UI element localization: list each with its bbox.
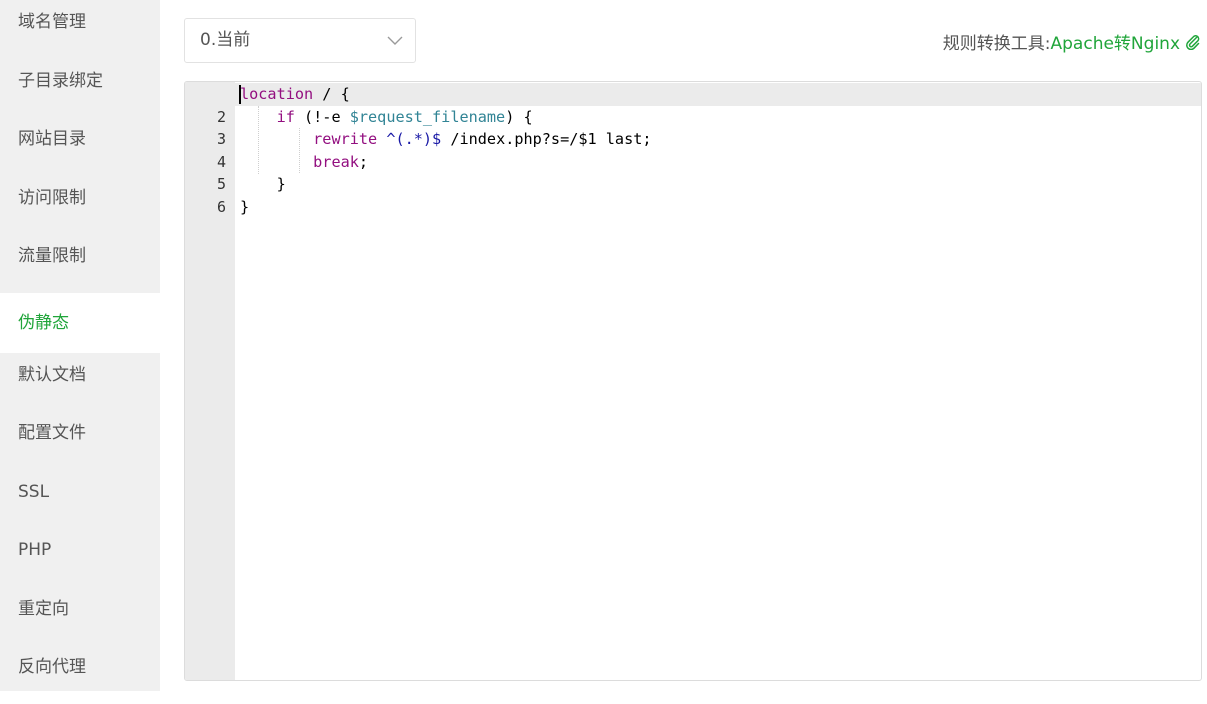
sidebar-item[interactable]: 访问限制	[0, 176, 160, 235]
code-line: }	[240, 196, 1201, 219]
code-token: $request_filename	[349, 107, 506, 126]
code-line: }	[240, 173, 1201, 196]
version-select[interactable]: 0.当前	[184, 18, 416, 63]
code-token: break	[313, 152, 359, 171]
apache-to-nginx-link[interactable]: Apache转Nginx	[1051, 29, 1180, 54]
code-token: ) {	[505, 107, 533, 126]
code-token: / {	[313, 85, 350, 103]
line-number: 2	[216, 107, 226, 126]
code-token: }	[240, 175, 286, 194]
line-number: 4	[216, 152, 226, 171]
sidebar-item[interactable]: 重定向	[0, 587, 160, 646]
code-content[interactable]: location / { if (!-e $request_filename) …	[240, 83, 1201, 219]
sidebar-item[interactable]: 配置文件	[0, 411, 160, 470]
code-token: }	[240, 197, 250, 216]
code-token: rewrite	[313, 130, 378, 149]
sidebar: 域名管理 子目录绑定 网站目录 访问限制 流量限制 伪静态 默认文档 配置文件 SSL PHP 重定…	[0, 0, 160, 691]
code-editor[interactable]: 123456 location / { if (!-e $request_fil…	[184, 81, 1202, 681]
sidebar-item[interactable]: 网站目录	[0, 117, 160, 176]
code-token: ;	[358, 152, 369, 171]
sidebar-item[interactable]: 域名管理	[0, 0, 160, 59]
code-line: rewrite ^(.*)$ /index.php?s=/$1 last;	[240, 128, 1201, 151]
line-number-gutter: 123456	[185, 82, 235, 680]
sidebar-item[interactable]: 子目录绑定	[0, 59, 160, 118]
sidebar-item[interactable]: 反向代理	[0, 645, 160, 704]
code-token: ^(.*)$	[386, 130, 442, 149]
sidebar-item[interactable]: 默认文档	[0, 353, 160, 412]
sidebar-item[interactable]: 伪静态	[0, 292, 160, 353]
rule-convert-label: 规则转换工具:	[942, 34, 1051, 54]
code-token: /index.php?s=/$1 last;	[441, 130, 652, 149]
sidebar-item[interactable]: 流量限制	[0, 234, 160, 293]
line-number: 3	[216, 130, 226, 149]
chevron-down-icon	[387, 36, 403, 45]
code-token: if	[276, 107, 295, 126]
paperclip-icon[interactable]	[1185, 34, 1201, 50]
sidebar-item[interactable]: PHP	[0, 528, 160, 587]
code-token: (!-e	[294, 107, 350, 126]
rule-convert-tool: 规则转换工具: Apache转Nginx	[943, 29, 1201, 54]
code-token: location	[240, 85, 314, 103]
code-line: break;	[240, 151, 1201, 174]
code-line: if (!-e $request_filename) {	[240, 106, 1201, 129]
sidebar-item[interactable]: SSL	[0, 470, 160, 529]
version-select-value: 0.当前	[200, 30, 251, 50]
line-number: 5	[216, 175, 226, 194]
text-cursor	[239, 85, 241, 104]
code-line: location / {	[240, 83, 1201, 106]
line-number: 6	[216, 198, 226, 216]
